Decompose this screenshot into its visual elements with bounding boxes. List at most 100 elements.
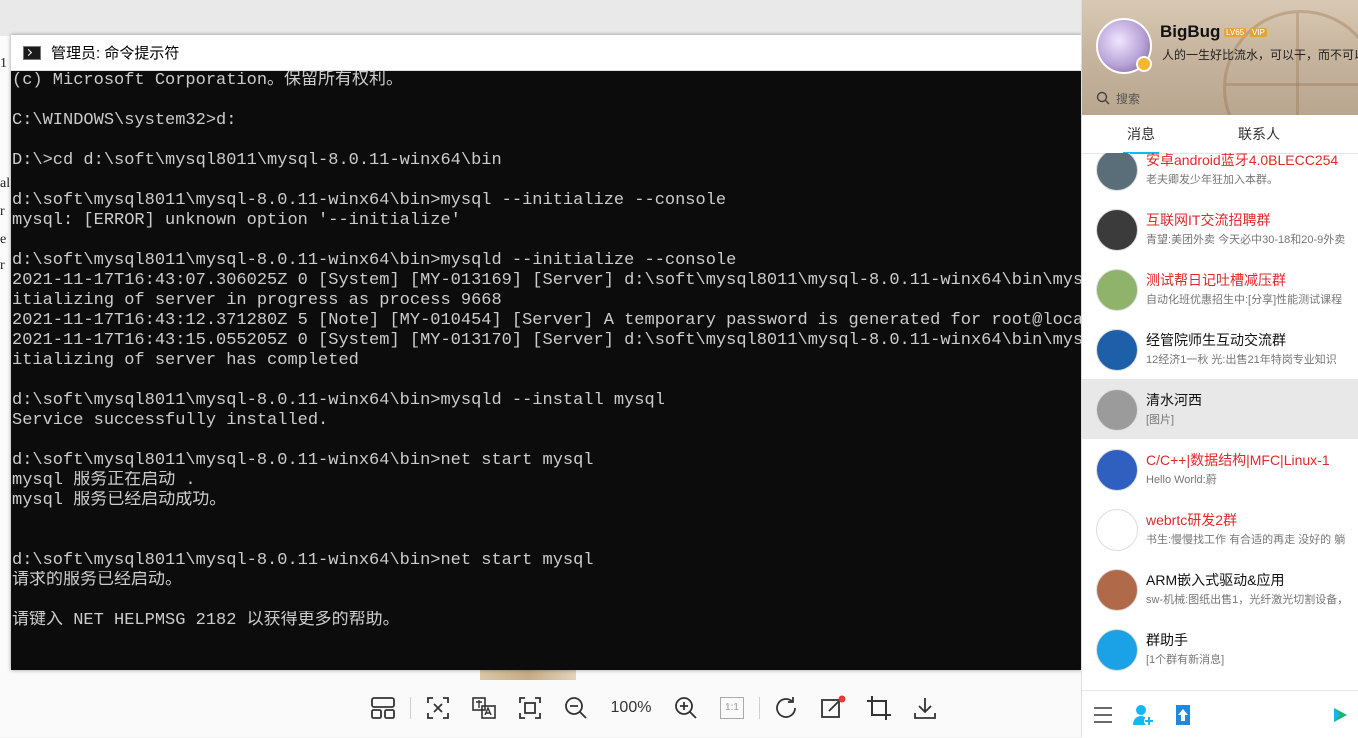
console-line: d:\soft\mysql8011\mysql-8.0.11-winx64\bi… [12, 391, 665, 410]
conversation-preview: 书生:慢慢找工作 有合适的再走 没好的 躺 [1146, 534, 1346, 546]
console-line: d:\soft\mysql8011\mysql-8.0.11-winx64\bi… [12, 191, 727, 210]
search-input[interactable]: 搜索 [1116, 90, 1140, 107]
conversation-preview: 自动化班优惠招生中:[分享]性能测试课程 [1146, 294, 1343, 306]
image-viewer-toolbar: 100% 1:1 [360, 683, 948, 733]
profile-name[interactable]: BigBug [1160, 22, 1220, 42]
photo-strip [480, 670, 576, 680]
translate-icon[interactable] [461, 688, 507, 728]
console-line: 请求的服务已经启动。 [12, 571, 182, 590]
console-line: 请键入 NET HELPMSG 2182 以获得更多的帮助。 [12, 611, 400, 630]
command-prompt-window[interactable]: 管理员: 命令提示符 (c) Microsoft Corporation。保留所… [11, 35, 1082, 670]
conversation-title: C/C++|数据结构|MFC|Linux-1 [1146, 452, 1330, 468]
tab-contacts[interactable]: 联系人 [1200, 115, 1318, 153]
console-line: mysql: [ERROR] unknown option '--initial… [12, 211, 461, 230]
conversation-item[interactable]: 互联网IT交流招聘群青望:美团外卖 今天必中30-18和20-9外卖 [1082, 199, 1358, 259]
add-friend-icon[interactable] [1124, 697, 1162, 733]
avatar[interactable] [1096, 153, 1138, 191]
conversation-title: 清水河西 [1146, 392, 1202, 408]
conversation-item[interactable]: 经管院师生互动交流群 12经济1一秋 光:出售21年特岗专业知识 [1082, 319, 1358, 379]
conversation-item[interactable]: webrtc研发2群书生:慢慢找工作 有合适的再走 没好的 躺 [1082, 499, 1358, 559]
conversation-title: webrtc研发2群 [1146, 512, 1238, 528]
qq-profile-header: BigBug LV65 VIP 人的一生好比流水，可以干，而不可以 搜索 [1082, 0, 1358, 115]
console-line: (c) Microsoft Corporation。保留所有权利。 [12, 71, 404, 90]
avatar[interactable] [1096, 209, 1138, 251]
left-edge-glyph: 1 [0, 56, 7, 71]
console-line: d:\soft\mysql8011\mysql-8.0.11-winx64\bi… [12, 251, 737, 270]
extract-text-icon[interactable] [415, 688, 461, 728]
avatar[interactable] [1096, 629, 1138, 671]
conversation-preview: [图片] [1146, 414, 1175, 426]
zoom-out-icon[interactable] [553, 688, 599, 728]
conversation-preview: Hello World:蔚 [1146, 474, 1217, 486]
actual-size-button[interactable]: 1:1 [709, 688, 755, 728]
console-line: d:\soft\mysql8011\mysql-8.0.11-winx64\bi… [12, 551, 594, 570]
left-edge-glyph: e [0, 232, 7, 247]
toolbar-divider [759, 697, 760, 719]
left-edge-glyph: r [0, 258, 5, 273]
video-play-icon[interactable] [1321, 697, 1358, 733]
tab-messages[interactable]: 消息 [1082, 115, 1200, 154]
conversation-item[interactable]: 测试帮日记吐槽减压群 自动化班优惠招生中:[分享]性能测试课程 [1082, 259, 1358, 319]
avatar[interactable] [1096, 449, 1138, 491]
qq-main-panel: BigBug LV65 VIP 人的一生好比流水，可以干，而不可以 搜索 消息 … [1081, 0, 1358, 738]
fit-screen-icon[interactable] [507, 688, 553, 728]
left-edge-glyph: al [0, 176, 11, 191]
conversation-item[interactable]: ARM嵌入式驱动&应用 sw-机械:图纸出售1，光纤激光切割设备， [1082, 559, 1358, 619]
conversation-title: ARM嵌入式驱动&应用 [1146, 572, 1285, 588]
search-icon [1096, 91, 1110, 105]
profile-signature[interactable]: 人的一生好比流水，可以干，而不可以 [1162, 46, 1358, 63]
cmd-console-output[interactable]: (c) Microsoft Corporation。保留所有权利。 C:\WIND… [11, 71, 1082, 671]
cmd-app-icon [23, 45, 41, 60]
zoom-in-icon[interactable] [663, 688, 709, 728]
conversation-title: 经管院师生互动交流群 [1146, 332, 1286, 348]
conversation-title: 互联网IT交流招聘群 [1146, 212, 1271, 228]
conversation-preview: [1个群有新消息] [1146, 654, 1225, 666]
conversation-preview: 老夫卿发少年狂加入本群。 [1146, 174, 1278, 186]
toolbar-divider [410, 697, 411, 719]
console-line: itializing of server has completed [12, 351, 359, 370]
conversation-preview: 青望:美团外卖 今天必中30-18和20-9外卖 [1146, 234, 1346, 246]
console-line: mysql 服务已经启动成功。 [12, 491, 227, 510]
layout-icon[interactable] [360, 688, 406, 728]
avatar[interactable] [1096, 389, 1138, 431]
crop-icon[interactable] [856, 688, 902, 728]
console-line: 2021-11-17T16:43:07.306025Z 0 [System] [… [12, 271, 1082, 290]
rotate-icon[interactable] [764, 688, 810, 728]
vip-badge[interactable]: VIP [1250, 28, 1267, 37]
conversation-list[interactable]: 安卓android蓝牙4.0BLECC254 老夫卿发少年狂加入本群。互联网IT交… [1082, 153, 1358, 689]
edit-icon[interactable] [810, 688, 856, 728]
conversation-preview: 12经济1一秋 光:出售21年特岗专业知识 [1146, 354, 1337, 366]
viewer-titlebar [0, 0, 1081, 36]
cmd-titlebar[interactable]: 管理员: 命令提示符 [11, 35, 1082, 71]
avatar[interactable] [1096, 569, 1138, 611]
online-status-icon[interactable] [1136, 56, 1152, 72]
search-bar[interactable]: 搜索 [1082, 84, 1358, 112]
conversation-item[interactable]: 安卓android蓝牙4.0BLECC254 老夫卿发少年狂加入本群。 [1082, 153, 1358, 199]
conversation-title: 群助手 [1146, 632, 1188, 648]
conversation-title: 安卓android蓝牙4.0BLECC254 [1146, 153, 1339, 168]
console-line: d:\soft\mysql8011\mysql-8.0.11-winx64\bi… [12, 451, 594, 470]
qq-tabs: 消息 联系人 [1082, 115, 1358, 154]
conversation-item[interactable]: C/C++|数据结构|MFC|Linux-1 Hello World:蔚 [1082, 439, 1358, 499]
conversation-item[interactable]: 群助手 [1个群有新消息] [1082, 619, 1358, 679]
zoom-level: 100% [610, 699, 652, 716]
console-line: Service successfully installed. [12, 411, 329, 430]
download-icon[interactable] [902, 688, 948, 728]
console-line: mysql 服务正在启动 . [12, 471, 196, 490]
avatar[interactable] [1096, 269, 1138, 311]
avatar[interactable] [1096, 329, 1138, 371]
avatar[interactable] [1096, 509, 1138, 551]
file-transfer-icon[interactable] [1164, 697, 1202, 733]
menu-icon[interactable] [1084, 697, 1122, 733]
console-line: D:\>cd d:\soft\mysql8011\mysql-8.0.11-wi… [12, 151, 502, 170]
level-badge[interactable]: LV65 [1224, 28, 1247, 37]
conversation-item[interactable]: 清水河西 [图片] [1082, 379, 1358, 439]
